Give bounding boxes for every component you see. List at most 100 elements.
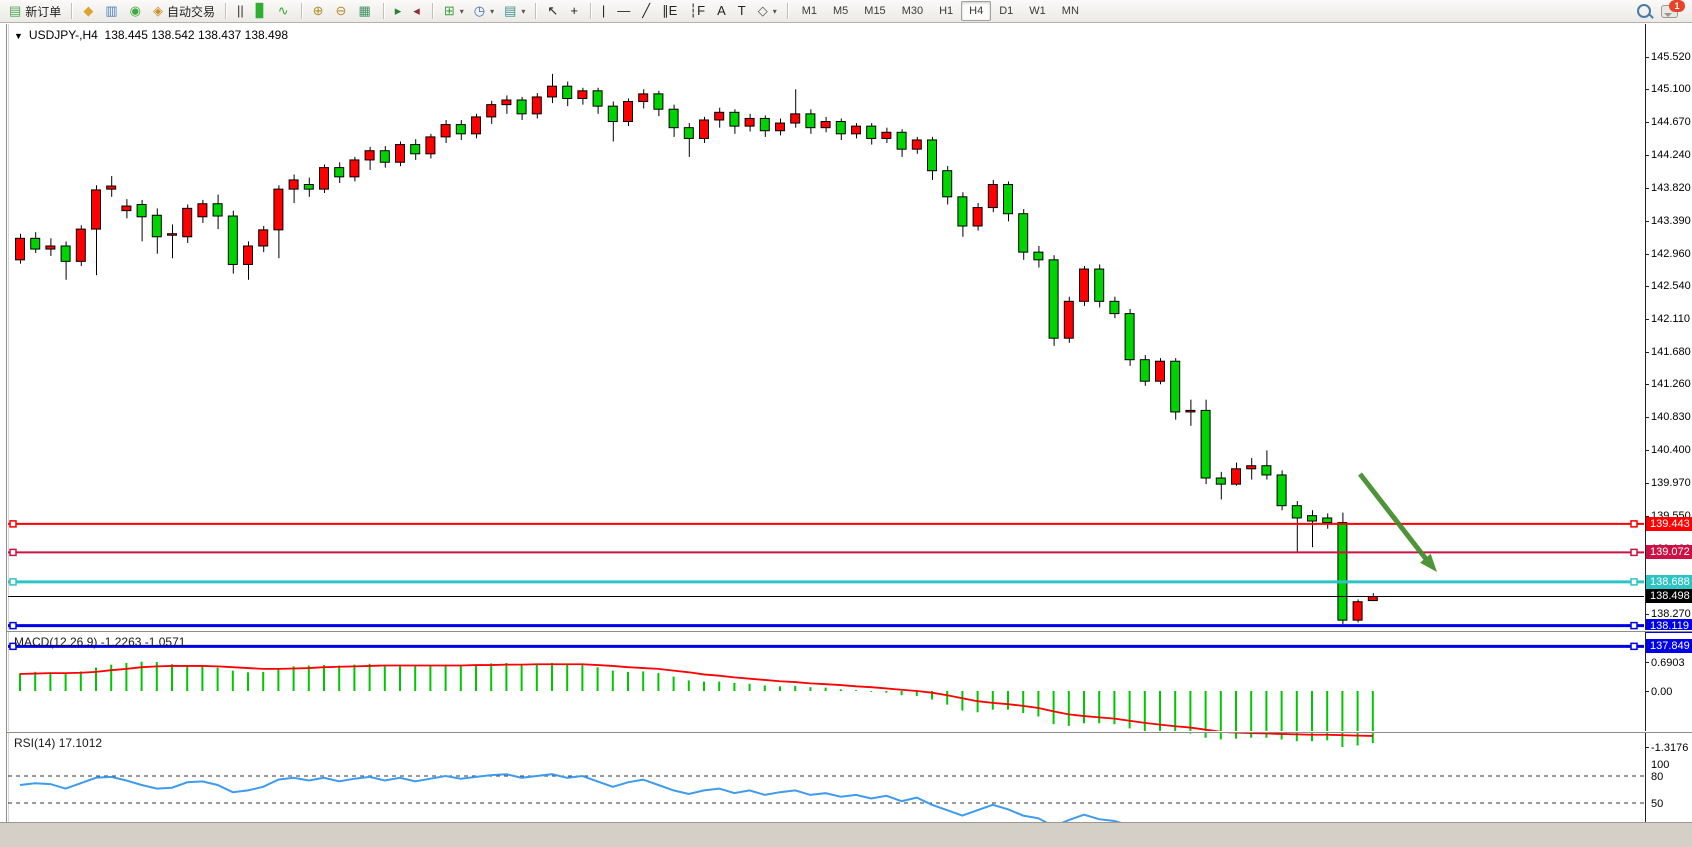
market-watch-button[interactable]: ◆ bbox=[78, 0, 100, 22]
text-label-button[interactable]: T bbox=[733, 0, 753, 22]
cursor-button[interactable]: ↖ bbox=[542, 0, 565, 22]
zoom-out-button[interactable]: ⊖ bbox=[331, 0, 354, 22]
timeframe-button-mn[interactable]: MN bbox=[1054, 1, 1087, 21]
pivot-line-handle[interactable] bbox=[1631, 579, 1637, 585]
candle-body-bull bbox=[988, 185, 997, 208]
tile-windows-button[interactable]: ▦ bbox=[353, 0, 377, 22]
candle-body-bull bbox=[183, 208, 192, 236]
trendline-button[interactable]: ╱ bbox=[637, 0, 657, 22]
autotrading-button[interactable]: ◈自动交易 bbox=[148, 0, 220, 22]
candle-body-bear bbox=[928, 140, 937, 171]
fibonacci-icon: ┆F bbox=[689, 1, 705, 21]
candle-body-bear bbox=[836, 122, 845, 134]
resistance-line-2-handle[interactable] bbox=[1631, 549, 1637, 555]
candlestick-chart-button[interactable]: ▊ bbox=[251, 0, 273, 22]
trend-arrow[interactable] bbox=[1360, 474, 1426, 559]
candle-body-bear bbox=[380, 151, 389, 163]
toolbar-group: ▸◂ bbox=[390, 0, 427, 22]
timeframe-button-m30[interactable]: M30 bbox=[894, 1, 931, 21]
price-tick-label: 143.390 bbox=[1651, 215, 1692, 227]
candle-body-bear bbox=[608, 106, 617, 121]
shapes-button[interactable]: ◇▾ bbox=[753, 0, 782, 22]
resistance-line-1-handle[interactable] bbox=[1631, 521, 1637, 527]
periods-button[interactable]: ◷▾ bbox=[469, 0, 499, 22]
support-line-2-handle[interactable] bbox=[1631, 643, 1637, 649]
auto-scroll-button[interactable]: ◂ bbox=[408, 0, 427, 22]
candle-body-bear bbox=[730, 112, 739, 126]
horizontal-line-button[interactable]: — bbox=[612, 0, 637, 22]
price-chart-canvas[interactable] bbox=[8, 48, 1645, 655]
channel-button[interactable]: ∥E bbox=[657, 0, 684, 22]
price-tick-label: 144.670 bbox=[1651, 116, 1692, 128]
toolbar-separator bbox=[301, 3, 303, 19]
timeframe-button-h1[interactable]: H1 bbox=[931, 1, 961, 21]
candlestick-icon: ▊ bbox=[256, 1, 266, 21]
timeframe-button-h4[interactable]: H4 bbox=[961, 1, 991, 21]
vertical-line-button[interactable]: | bbox=[597, 0, 612, 22]
candle-body-bull bbox=[882, 132, 891, 138]
line-chart-button[interactable]: ∿ bbox=[273, 0, 296, 22]
rsi-axis-label: 80 bbox=[1651, 771, 1692, 783]
toolbar-group: ◆ ▥ ◉ ◈自动交易 bbox=[78, 0, 220, 22]
dropdown-caret-icon[interactable]: ▾ bbox=[460, 7, 464, 16]
rsi-panel-splitter[interactable] bbox=[7, 731, 1692, 733]
candle-body-bull bbox=[441, 125, 450, 137]
timeframe-button-d1[interactable]: D1 bbox=[991, 1, 1021, 21]
chart-window[interactable]: ▼USDJPY-,H4 138.445 138.542 138.437 138.… bbox=[0, 24, 1692, 847]
dropdown-caret-icon[interactable]: ▾ bbox=[490, 7, 494, 16]
templates-button[interactable]: ▤▾ bbox=[499, 0, 530, 22]
chat-notifications-button[interactable]: 1 bbox=[1661, 5, 1678, 18]
rsi-label: RSI(14) 17.1012 bbox=[14, 736, 102, 750]
new-order-button[interactable]: ▤新订单 bbox=[4, 0, 66, 22]
data-window-button[interactable]: ▥ bbox=[100, 0, 124, 22]
toolbar-separator bbox=[383, 3, 385, 19]
fibonacci-button[interactable]: ┆F bbox=[684, 0, 712, 22]
candle-body-bull bbox=[1186, 410, 1195, 412]
candle-body-bear bbox=[1125, 314, 1134, 360]
market-watch-icon: ◆ bbox=[83, 1, 93, 21]
macd-panel-splitter[interactable] bbox=[7, 630, 1692, 632]
timeframe-button-m15[interactable]: M15 bbox=[856, 1, 893, 21]
chart-shift-icon: ▸ bbox=[395, 1, 402, 21]
search-icon[interactable] bbox=[1637, 4, 1651, 18]
candle-body-bear bbox=[411, 145, 420, 154]
candle-body-bear bbox=[867, 126, 876, 138]
template-icon: ▤ bbox=[504, 1, 516, 21]
candle-body-bear bbox=[760, 118, 769, 130]
dropdown-caret-icon[interactable]: ▾ bbox=[773, 7, 777, 16]
support-line-1-handle[interactable] bbox=[1631, 623, 1637, 629]
bar-chart-button[interactable]: || bbox=[232, 0, 251, 22]
resistance-line-1-handle[interactable] bbox=[10, 521, 16, 527]
dropdown-caret-icon[interactable]: ▾ bbox=[521, 7, 525, 16]
candle-body-bear bbox=[1004, 185, 1013, 214]
timeframe-button-m5[interactable]: M5 bbox=[825, 1, 856, 21]
indicators-button[interactable]: ⊞▾ bbox=[439, 0, 469, 22]
price-tick-label: 144.240 bbox=[1651, 149, 1692, 161]
chart-shift-button[interactable]: ▸ bbox=[390, 0, 409, 22]
price-tick-label: 142.960 bbox=[1651, 248, 1692, 260]
chart-expand-icon[interactable]: ▼ bbox=[14, 31, 23, 41]
candle-body-bull bbox=[92, 190, 101, 229]
candle-body-bear bbox=[517, 100, 526, 114]
candle-body-bear bbox=[1171, 361, 1180, 412]
timeframe-button-m1[interactable]: M1 bbox=[794, 1, 825, 21]
timeframe-button-w1[interactable]: W1 bbox=[1021, 1, 1054, 21]
pivot-line-handle[interactable] bbox=[10, 579, 16, 585]
candle-body-bull bbox=[487, 105, 496, 117]
navigator-button[interactable]: ◉ bbox=[125, 0, 148, 22]
price-tick-label: 142.540 bbox=[1651, 280, 1692, 292]
clock-icon: ◷ bbox=[474, 1, 485, 21]
crosshair-button[interactable]: + bbox=[565, 0, 585, 22]
toolbar-separator bbox=[535, 3, 537, 19]
text-button[interactable]: A bbox=[712, 0, 733, 22]
candle-body-bull bbox=[1247, 466, 1256, 469]
zoom-in-button[interactable]: ⊕ bbox=[308, 0, 331, 22]
candle-body-bear bbox=[1338, 523, 1347, 621]
navigator-icon: ◉ bbox=[130, 1, 141, 21]
support-line-1-handle[interactable] bbox=[10, 623, 16, 629]
candle-body-bear bbox=[1034, 252, 1043, 260]
candle-body-bull bbox=[198, 204, 207, 217]
macd-indicator-canvas[interactable] bbox=[8, 657, 1645, 755]
candle-body-bull bbox=[532, 97, 541, 114]
resistance-line-2-handle[interactable] bbox=[10, 549, 16, 555]
